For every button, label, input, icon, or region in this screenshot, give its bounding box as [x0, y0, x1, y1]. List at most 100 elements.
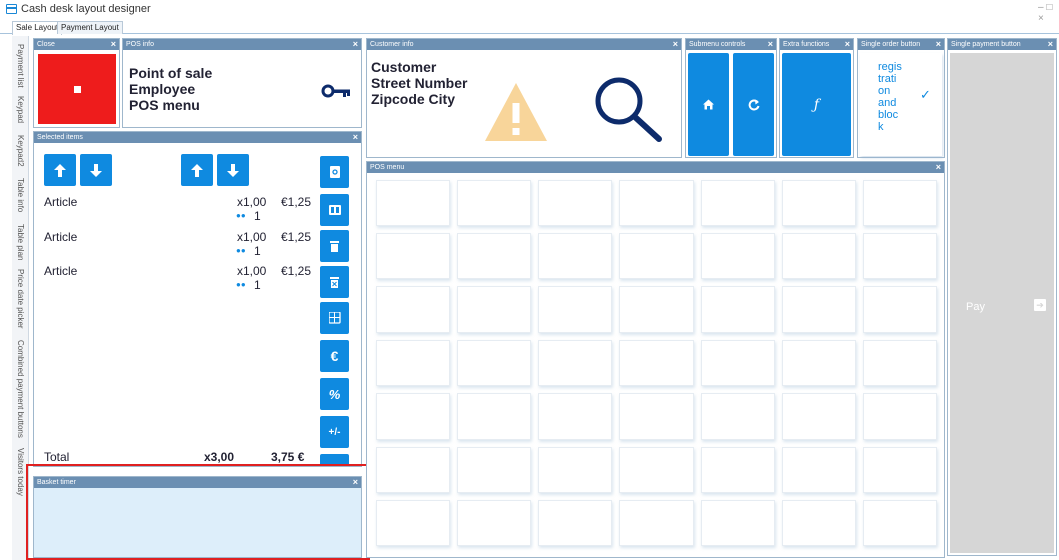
- calculator-button[interactable]: [320, 302, 349, 334]
- pos-menu-button[interactable]: [376, 179, 451, 226]
- percent-button[interactable]: %: [320, 378, 349, 410]
- item-name[interactable]: Article: [44, 195, 77, 209]
- customer-info-close[interactable]: ×: [673, 39, 678, 50]
- basket-timer-close[interactable]: ×: [353, 477, 358, 488]
- pos-menu-button[interactable]: [700, 179, 775, 226]
- side-tab-price-date-picker[interactable]: Price date picker: [12, 266, 29, 332]
- single-payment-button-close[interactable]: ×: [1048, 39, 1053, 50]
- plus-minus-button[interactable]: +/-: [320, 416, 349, 448]
- pos-menu-button[interactable]: [619, 286, 694, 333]
- pos-menu-button[interactable]: [700, 339, 775, 387]
- pos-menu-button[interactable]: [862, 179, 937, 226]
- delete-button[interactable]: [320, 230, 349, 262]
- pos-menu-button[interactable]: [781, 393, 856, 440]
- pos-menu-button[interactable]: [862, 232, 937, 280]
- pos-menu-button[interactable]: [457, 500, 532, 547]
- pos-menu-button[interactable]: [862, 500, 937, 547]
- side-tab-table-plan[interactable]: Table plan: [12, 218, 29, 266]
- pos-menu-button[interactable]: [376, 500, 451, 547]
- arrow-up-icon: [54, 163, 66, 177]
- pos-menu-button[interactable]: [538, 500, 613, 547]
- pos-menu-button[interactable]: [781, 500, 856, 547]
- pos-menu-button[interactable]: [376, 339, 451, 387]
- pos-menu-button[interactable]: [457, 446, 532, 494]
- pos-menu-button[interactable]: [619, 179, 694, 226]
- single-order-button-title: Single order button: [861, 41, 921, 48]
- delete-all-button[interactable]: [320, 266, 349, 298]
- euro-button[interactable]: €: [320, 340, 349, 372]
- pos-menu-button[interactable]: [862, 339, 937, 387]
- pos-menu-button[interactable]: [700, 232, 775, 280]
- side-tab-combined-payment-buttons[interactable]: Combined payment buttons: [12, 334, 29, 444]
- pos-menu-button[interactable]: [376, 393, 451, 440]
- split-button[interactable]: [320, 194, 349, 226]
- pos-menu-button[interactable]: [700, 393, 775, 440]
- pos-menu-button[interactable]: [457, 286, 532, 333]
- scroll-up-button-right[interactable]: [181, 154, 213, 186]
- pos-menu-button[interactable]: [781, 179, 856, 226]
- search-document-button[interactable]: [320, 156, 349, 188]
- side-tab-table-info[interactable]: Table info: [12, 172, 29, 218]
- pos-menu-button[interactable]: [619, 393, 694, 440]
- extra-functions-header: Extra functions ×: [780, 39, 853, 50]
- pos-menu-close[interactable]: ×: [936, 162, 941, 173]
- side-tab-keypad2[interactable]: Keypad2: [12, 130, 29, 172]
- pos-menu-button[interactable]: [457, 179, 532, 226]
- side-tab-keypad[interactable]: Keypad: [12, 92, 29, 128]
- registration-and-block-button[interactable]: regis trati on and bloc k ✓: [860, 53, 942, 156]
- single-order-button-close[interactable]: ×: [936, 39, 941, 50]
- pos-menu-button[interactable]: [781, 446, 856, 494]
- pos-menu-button[interactable]: [619, 339, 694, 387]
- pos-info-close[interactable]: ×: [353, 39, 358, 50]
- pay-button[interactable]: Pay ➔: [950, 53, 1054, 553]
- submenu-controls-close[interactable]: ×: [768, 39, 773, 50]
- pos-menu-button[interactable]: [376, 232, 451, 280]
- home-button[interactable]: [688, 53, 729, 156]
- total-qty: x3,00: [204, 450, 235, 464]
- pos-menu-button[interactable]: [781, 286, 856, 333]
- pos-menu-button[interactable]: [700, 500, 775, 547]
- search-icon[interactable]: [589, 73, 667, 145]
- pos-menu-button[interactable]: [619, 500, 694, 547]
- plus-minus-icon: +/-: [328, 426, 341, 438]
- pos-menu-button[interactable]: [457, 339, 532, 387]
- pos-menu-button[interactable]: [457, 232, 532, 280]
- close-panel-close[interactable]: ×: [111, 39, 116, 50]
- pos-menu-button[interactable]: [862, 286, 937, 333]
- tab-payment-layout[interactable]: Payment Layout: [57, 21, 123, 34]
- pos-info-employee: Employee: [129, 81, 196, 97]
- item-name[interactable]: Article: [44, 230, 77, 244]
- extra-functions-close[interactable]: ×: [845, 39, 850, 50]
- pos-menu-button[interactable]: [538, 286, 613, 333]
- pos-menu-button[interactable]: [376, 286, 451, 333]
- item-persons: 1: [254, 244, 261, 258]
- pos-menu-button[interactable]: [538, 446, 613, 494]
- pos-menu-button[interactable]: [376, 446, 451, 494]
- refresh-button[interactable]: [733, 53, 774, 156]
- side-tab-payment-list[interactable]: Payment list: [12, 40, 29, 92]
- pos-menu-button[interactable]: [457, 393, 532, 440]
- pos-menu-button[interactable]: [700, 286, 775, 333]
- tab-sale-layout[interactable]: Sale Layout: [12, 21, 63, 35]
- pos-menu-button[interactable]: [862, 393, 937, 440]
- pos-menu-button[interactable]: [619, 446, 694, 494]
- pos-menu-button[interactable]: [538, 393, 613, 440]
- item-persons: 1: [254, 209, 261, 223]
- pos-menu-button[interactable]: [862, 446, 937, 494]
- close-button[interactable]: [38, 54, 116, 124]
- scroll-down-button-left[interactable]: [80, 154, 112, 186]
- pos-menu-button[interactable]: [781, 339, 856, 387]
- function-button[interactable]: ƒ: [782, 53, 851, 156]
- scroll-down-button-right[interactable]: [217, 154, 249, 186]
- pos-menu-button[interactable]: [538, 232, 613, 280]
- selected-items-close[interactable]: ×: [353, 132, 358, 143]
- pos-menu-button[interactable]: [781, 232, 856, 280]
- pos-menu-button[interactable]: [700, 446, 775, 494]
- selected-items-title: Selected items: [37, 134, 83, 141]
- customer-zipcode-city: Zipcode City: [371, 91, 456, 107]
- pos-menu-button[interactable]: [538, 179, 613, 226]
- item-name[interactable]: Article: [44, 264, 77, 278]
- scroll-up-button-left[interactable]: [44, 154, 76, 186]
- pos-menu-button[interactable]: [619, 232, 694, 280]
- pos-menu-button[interactable]: [538, 339, 613, 387]
